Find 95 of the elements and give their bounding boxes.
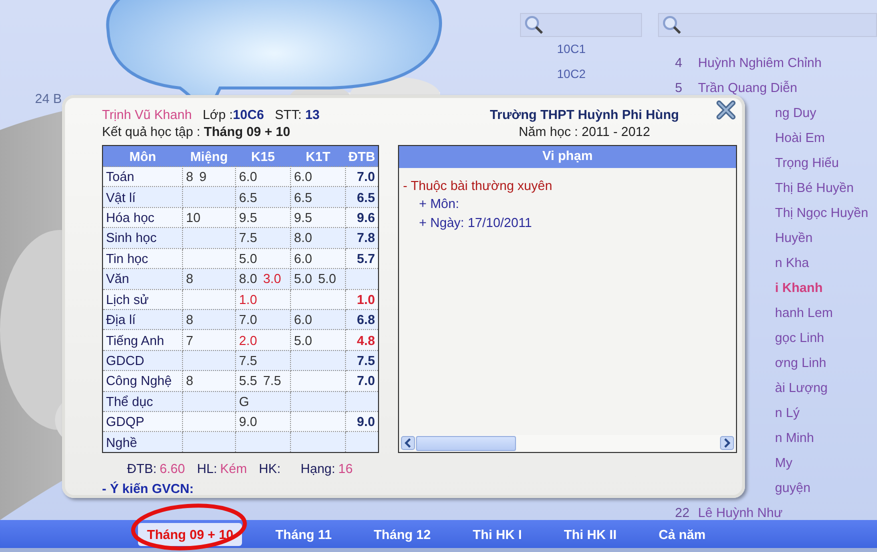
- stt-value: 13: [305, 107, 320, 122]
- horizontal-scrollbar[interactable]: [401, 435, 734, 451]
- score: 9: [199, 169, 206, 184]
- student-name: Trịnh Vũ Khanh: [102, 107, 192, 122]
- class-item[interactable]: 10C2: [520, 62, 642, 87]
- score-cell: 8: [182, 309, 236, 330]
- stt-label: STT:: [274, 107, 302, 122]
- score-cell: 8: [182, 268, 236, 290]
- student-name[interactable]: n Kha: [775, 255, 809, 270]
- close-button[interactable]: [715, 99, 737, 121]
- student-name[interactable]: ơng Linh: [775, 355, 826, 370]
- subject-cell: Địa lí: [102, 309, 182, 330]
- column-header: Môn: [102, 146, 182, 166]
- school-name: Trường THPT Huỳnh Phi Hùng: [490, 106, 679, 123]
- violation-detail: + Ngày: 17/10/2011: [418, 215, 533, 230]
- student-name[interactable]: Trọng Hiếu: [775, 155, 839, 170]
- summary-label: Hạng:: [300, 461, 336, 476]
- student-name[interactable]: Trần Quang Diễn: [698, 80, 798, 95]
- student-number: 4: [675, 55, 684, 70]
- student-name[interactable]: hanh Lem: [775, 305, 833, 320]
- violation-detail: + Môn:: [418, 196, 460, 211]
- period-label: Kết quả học tập :: [102, 124, 200, 139]
- score-cell: 6.5: [290, 186, 346, 208]
- student-name[interactable]: ng Duy: [775, 105, 816, 120]
- score: 5.0: [318, 271, 336, 286]
- tab[interactable]: Cả năm: [650, 522, 715, 546]
- subject-cell: Văn: [102, 268, 182, 290]
- column-header: Miệng: [182, 146, 236, 166]
- student-name[interactable]: Hoài Em: [775, 130, 825, 145]
- summary-value: Kém: [220, 461, 247, 476]
- student-name[interactable]: Thị Ngọc Huyền: [775, 205, 868, 220]
- class-value: 10C6: [232, 107, 264, 122]
- score-cell: 7.5: [236, 228, 290, 248]
- subject-cell: Sinh học: [102, 228, 182, 248]
- student-name[interactable]: Lê Huỳnh Như: [698, 505, 783, 520]
- search-icon: [661, 14, 683, 36]
- tab[interactable]: Tháng 12: [364, 522, 440, 546]
- scroll-left-icon[interactable]: [401, 436, 415, 450]
- student-name[interactable]: ài Lượng: [775, 380, 828, 395]
- score-cell: 6.0: [290, 309, 346, 330]
- student-name[interactable]: i Khanh: [775, 280, 823, 295]
- search-icon: [523, 14, 545, 36]
- summary-label: HK:: [258, 461, 281, 476]
- summary-label: ĐTB:: [127, 461, 157, 476]
- column-header: ĐTB: [346, 146, 378, 166]
- student-name[interactable]: n Minh: [775, 430, 814, 445]
- scroll-thumb[interactable]: [416, 436, 516, 450]
- student-name[interactable]: Thị Bé Huyền: [775, 180, 854, 195]
- student-name[interactable]: My: [775, 455, 792, 470]
- class-item[interactable]: 10C1: [520, 37, 642, 62]
- summary-label: HL:: [196, 461, 218, 476]
- student-name[interactable]: guyện: [775, 480, 810, 495]
- score-cell: 7.5: [236, 350, 290, 371]
- column-header: K1T: [290, 146, 346, 166]
- search-field[interactable]: [520, 13, 642, 37]
- subject-cell: Nghề: [102, 432, 182, 452]
- student-name[interactable]: Huỳnh Nghiêm Chỉnh: [698, 55, 822, 70]
- score: 8.0: [239, 271, 258, 286]
- list-item: 24 B: [35, 91, 62, 106]
- student-name[interactable]: n Lý: [775, 405, 800, 420]
- average-cell: 6.8: [346, 309, 378, 330]
- subject-cell: Vật lí: [102, 186, 182, 208]
- average-cell: 7.8: [346, 228, 378, 248]
- score-cell: 8.0: [290, 228, 346, 248]
- score: 8: [186, 169, 194, 184]
- average-cell: 6.5: [346, 186, 378, 208]
- student-name[interactable]: gọc Linh: [775, 330, 824, 345]
- student-number: 5: [675, 80, 684, 95]
- score-cell: 6.5: [236, 186, 290, 208]
- school-year: Năm học : 2011 - 2012: [518, 123, 650, 140]
- student-number: 22: [675, 505, 690, 520]
- period-value: Tháng 09 + 10: [204, 124, 290, 139]
- comment-label: - Ý kiến GVCN:: [102, 481, 195, 496]
- score: 5.5: [239, 373, 258, 388]
- column-header: K15: [236, 146, 290, 166]
- violation-title: - Thuộc bài thường xuyên: [403, 178, 554, 193]
- close-icon: [715, 99, 737, 121]
- subject-cell: GDCD: [102, 350, 182, 371]
- search-field[interactable]: [658, 13, 877, 37]
- student-name[interactable]: Huyền: [775, 230, 813, 245]
- average-cell: 7.5: [346, 350, 378, 371]
- score-cell: 7.0: [236, 309, 290, 330]
- panel-header: Vi phạm: [399, 146, 736, 168]
- summary-value: 16: [338, 461, 353, 476]
- score: 7.5: [263, 373, 282, 388]
- score: 5.0: [294, 271, 312, 286]
- class-label: Lớp :: [202, 107, 233, 122]
- tab[interactable]: Thi HK II: [554, 522, 626, 546]
- summary-value: 6.60: [160, 461, 185, 476]
- tab[interactable]: Thi HK I: [464, 522, 531, 546]
- tab[interactable]: Tháng 11: [266, 522, 341, 546]
- score-cell: G: [236, 391, 290, 412]
- subject-cell: Thể dục: [102, 391, 182, 412]
- scroll-right-icon[interactable]: [720, 436, 734, 450]
- score: 3.0: [263, 271, 282, 286]
